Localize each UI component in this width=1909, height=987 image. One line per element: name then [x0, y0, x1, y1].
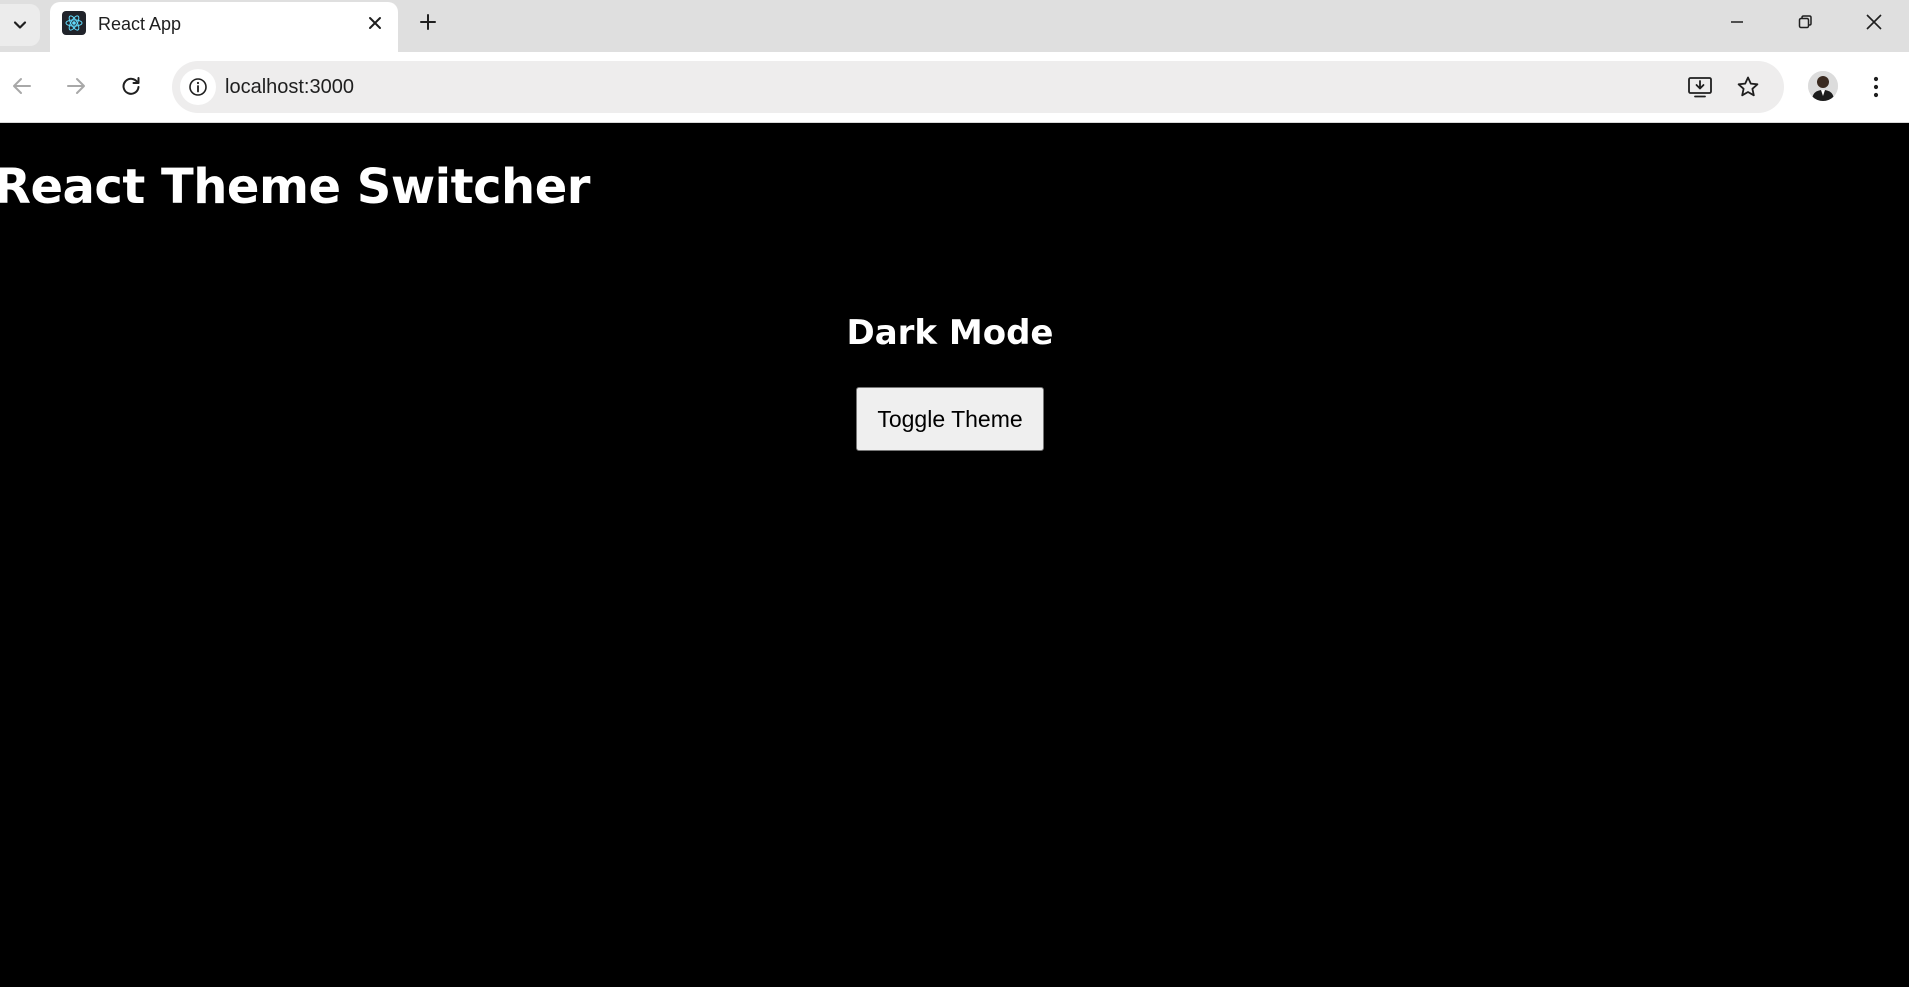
install-app-button[interactable] [1684, 71, 1716, 103]
close-window-button[interactable] [1840, 0, 1908, 44]
close-icon [1866, 14, 1882, 30]
page-viewport: React Theme Switcher Dark Mode Toggle Th… [0, 123, 1909, 987]
forward-button[interactable] [58, 68, 94, 104]
url-text[interactable]: localhost:3000 [225, 76, 354, 99]
minimize-icon [1731, 21, 1743, 23]
page-title: React Theme Switcher [0, 159, 590, 215]
theme-switcher-section: Dark Mode Toggle Theme [0, 313, 1900, 451]
react-logo-icon [62, 11, 86, 35]
reload-icon [122, 77, 140, 95]
new-tab-button[interactable] [412, 6, 444, 38]
restore-icon [1798, 15, 1812, 29]
current-mode-label: Dark Mode [846, 313, 1054, 353]
profile-avatar[interactable] [1808, 71, 1838, 101]
plus-icon [420, 14, 436, 30]
close-icon [369, 17, 381, 29]
tab-strip: React App [0, 0, 1909, 52]
minimize-button[interactable] [1703, 0, 1771, 44]
back-button[interactable] [4, 68, 40, 104]
tab-close-button[interactable] [362, 10, 388, 36]
active-tab[interactable]: React App [50, 2, 398, 52]
address-bar[interactable]: localhost:3000 [172, 61, 1784, 113]
user-avatar-icon [1808, 71, 1838, 101]
install-app-icon [1688, 77, 1712, 98]
arrow-right-icon [67, 78, 85, 94]
info-icon [189, 78, 207, 96]
toggle-theme-button[interactable]: Toggle Theme [856, 387, 1044, 451]
restore-button[interactable] [1771, 0, 1839, 44]
browser-menu-button[interactable] [1860, 71, 1892, 103]
kebab-menu-icon [1873, 76, 1879, 98]
browser-toolbar: localhost:3000 [0, 52, 1909, 123]
chevron-down-icon [13, 21, 27, 29]
arrow-left-icon [13, 78, 31, 94]
bookmark-button[interactable] [1732, 71, 1764, 103]
reload-button[interactable] [113, 68, 149, 104]
site-info-button[interactable] [180, 69, 216, 105]
star-icon [1737, 76, 1759, 97]
tab-search-button[interactable] [0, 4, 40, 46]
tab-title: React App [98, 14, 182, 34]
